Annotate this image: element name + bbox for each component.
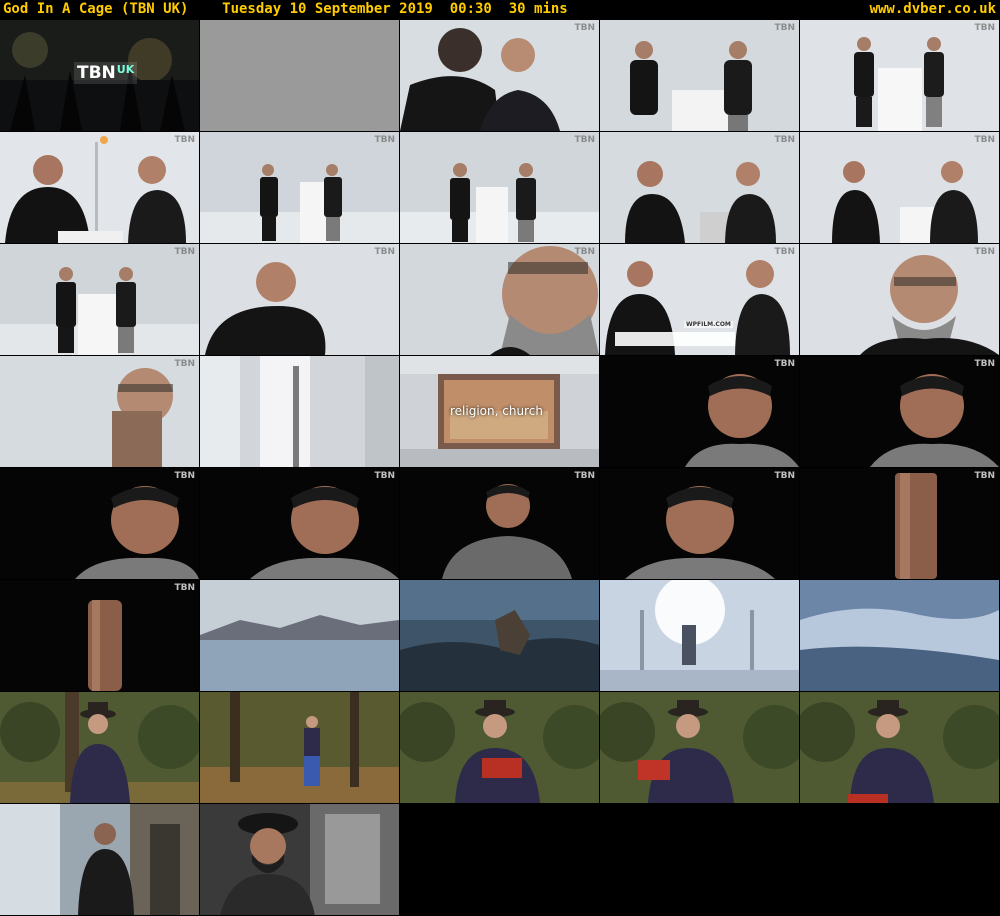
thumbnail[interactable]: TBN <box>600 132 799 243</box>
thumbnail[interactable]: religion, church <box>400 356 599 467</box>
channel-logo: TBN <box>174 583 195 593</box>
channel-logo: TBN <box>374 471 395 481</box>
thumbnail[interactable]: TBN <box>0 580 199 691</box>
channel-logo: TBN <box>374 247 395 257</box>
channel-logo: TBN <box>174 135 195 145</box>
channel-logo: TBN <box>774 471 795 481</box>
thumbnail[interactable]: TBN <box>400 468 599 579</box>
channel-logo: TBN <box>574 247 595 257</box>
thumbnail[interactable]: TBN <box>800 132 999 243</box>
site-link[interactable]: www.dvber.co.uk <box>870 1 996 18</box>
thumbnail[interactable] <box>200 356 399 467</box>
channel-logo: TBN <box>174 359 195 369</box>
religion-caption: religion, church <box>450 404 543 418</box>
thumbnail[interactable]: TBN <box>800 468 999 579</box>
channel-logo: TBN <box>974 247 995 257</box>
thumbnail[interactable] <box>0 692 199 803</box>
thumbnail[interactable] <box>200 20 399 131</box>
channel-logo: TBN <box>974 23 995 33</box>
thumbnail[interactable]: TBN <box>200 132 399 243</box>
channel-logo: TBN <box>174 247 195 257</box>
header-bar: God In A Cage (TBN UK) Tuesday 10 Septem… <box>0 0 1000 20</box>
thumbnail[interactable]: TBN <box>800 20 999 131</box>
thumbnail[interactable] <box>600 692 799 803</box>
channel-logo: TBN <box>974 359 995 369</box>
channel-logo: TBN <box>774 135 795 145</box>
tbn-logo: TBNUK <box>74 62 138 84</box>
thumbnail[interactable]: TBN <box>0 356 199 467</box>
thumbnail[interactable]: TBN <box>200 468 399 579</box>
thumbnail[interactable]: TBN <box>200 244 399 355</box>
thumbnail[interactable]: TBN <box>400 244 599 355</box>
thumbnail[interactable]: TBN <box>400 20 599 131</box>
thumbnail[interactable] <box>400 692 599 803</box>
channel-logo: TBN <box>574 23 595 33</box>
thumbnail[interactable]: TBN <box>0 244 199 355</box>
wpfilm-caption: WPFILM.COM <box>684 321 733 328</box>
thumbnail[interactable]: WPFILM.COM TBN <box>600 244 799 355</box>
thumbnail[interactable] <box>600 580 799 691</box>
thumbnail[interactable]: TBNUK <box>0 20 199 131</box>
thumbnail[interactable] <box>800 580 999 691</box>
thumbnail[interactable] <box>200 580 399 691</box>
thumbnail[interactable] <box>400 580 599 691</box>
thumbnail[interactable]: TBN <box>400 132 599 243</box>
thumbnail[interactable]: TBN <box>600 468 799 579</box>
thumbnail[interactable] <box>0 804 199 915</box>
thumbnail[interactable]: TBN <box>800 244 999 355</box>
thumbnail[interactable]: TBN <box>600 20 799 131</box>
channel-logo: TBN <box>774 359 795 369</box>
channel-logo: TBN <box>974 135 995 145</box>
thumbnail-grid: TBNUK TBN TBN TBN TBN TBN TBN TBN TBN TB… <box>0 20 1000 916</box>
thumbnail[interactable]: TBN <box>600 356 799 467</box>
channel-logo: TBN <box>774 23 795 33</box>
channel-logo: TBN <box>774 247 795 257</box>
thumbnail[interactable] <box>200 692 399 803</box>
thumbnail[interactable] <box>800 692 999 803</box>
thumbnail[interactable] <box>200 804 399 915</box>
programme-title: God In A Cage (TBN UK) Tuesday 10 Septem… <box>3 1 568 17</box>
thumbnail[interactable]: TBN <box>800 356 999 467</box>
channel-logo: TBN <box>574 471 595 481</box>
channel-logo: TBN <box>374 135 395 145</box>
channel-logo: TBN <box>574 135 595 145</box>
thumbnail[interactable]: TBN <box>0 468 199 579</box>
channel-logo: TBN <box>974 471 995 481</box>
channel-logo: TBN <box>174 471 195 481</box>
thumbnail[interactable]: TBN <box>0 132 199 243</box>
